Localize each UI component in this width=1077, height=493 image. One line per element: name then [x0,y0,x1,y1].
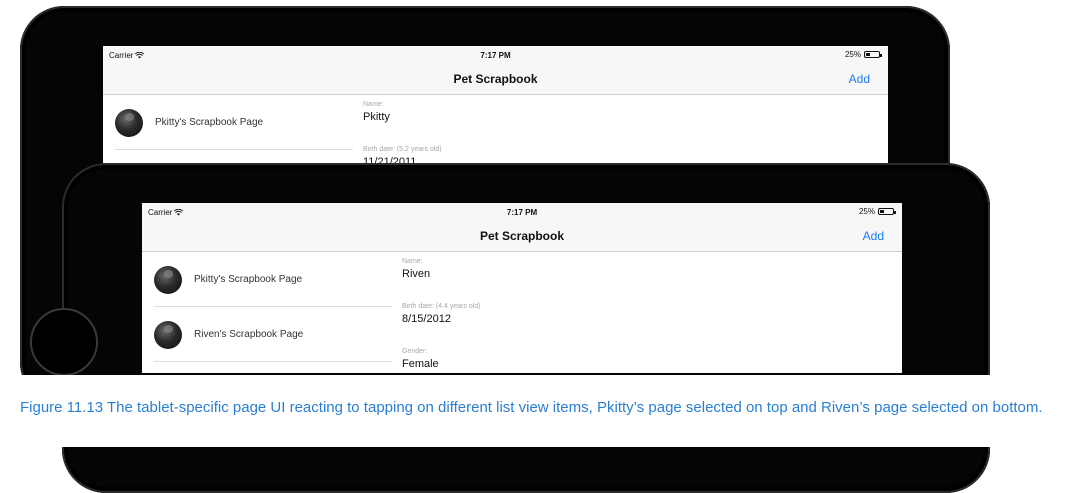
navigation-bar: Pet Scrapbook Add [103,64,888,95]
birth-date-label: Birth date: (5.2 years old) [363,146,442,153]
screen-bottom: Carrier 7:17 PM 25% Pet Scrapbook Add Pk… [142,203,902,373]
list-item[interactable]: Pkitty's Scrapbook Page [115,95,353,150]
detail-pane: Name: Pkitty Birth date: (5.2 years old)… [363,95,888,166]
birth-date-field: Birth date: (4.4 years old) 8/15/2012 [402,297,902,342]
add-button[interactable]: Add [849,72,870,86]
navigation-bar: Pet Scrapbook Add [142,221,902,252]
add-button[interactable]: Add [863,229,884,243]
avatar [154,321,182,349]
name-value: Riven [402,268,431,280]
status-bar: Carrier 7:17 PM 25% [103,46,888,64]
page-title: Pet Scrapbook [453,72,538,86]
status-time: 7:17 PM [506,208,538,217]
battery-indicator: 25% [858,207,896,216]
home-button[interactable] [30,308,98,376]
gender-label: Gender: [402,348,428,355]
name-field: Name: Pkitty [363,95,888,140]
pet-list: Pkitty's Scrapbook Page [103,95,353,150]
name-field: Name: Riven [402,252,902,297]
detail-pane: Name: Riven Birth date: (4.4 years old) … [402,252,902,373]
gender-value: Female [402,358,439,370]
name-label: Name: [363,101,384,108]
list-item[interactable]: Pkitty's Scrapbook Page [154,252,392,307]
battery-icon [864,51,882,58]
figure-caption: Figure 11.13 The tablet-specific page UI… [20,399,1043,416]
screen-top: Carrier 7:17 PM 25% Pet Scrapbook Add Pk… [103,46,888,166]
birth-date-label: Birth date: (4.4 years old) [402,303,481,310]
list-item-label: Pkitty's Scrapbook Page [194,274,303,285]
battery-icon [878,208,896,215]
birth-date-value: 8/15/2012 [402,313,451,325]
battery-percent: 25% [858,207,875,216]
list-item-label: Pkitty's Scrapbook Page [155,117,264,128]
list-item[interactable]: Riven's Scrapbook Page [154,307,392,362]
name-value: Pkitty [363,111,390,123]
avatar [154,266,182,294]
battery-percent: 25% [844,50,861,59]
status-bar: Carrier 7:17 PM 25% [142,203,902,221]
status-time: 7:17 PM [480,51,511,60]
page-title: Pet Scrapbook [479,229,565,243]
list-item-label: Riven's Scrapbook Page [194,329,304,340]
name-label: Name: [402,258,423,265]
gender-field: Gender: Female [402,342,902,373]
pet-list: Pkitty's Scrapbook Page Riven's Scrapboo… [142,252,392,362]
avatar [115,109,143,137]
battery-indicator: 25% [844,50,882,59]
